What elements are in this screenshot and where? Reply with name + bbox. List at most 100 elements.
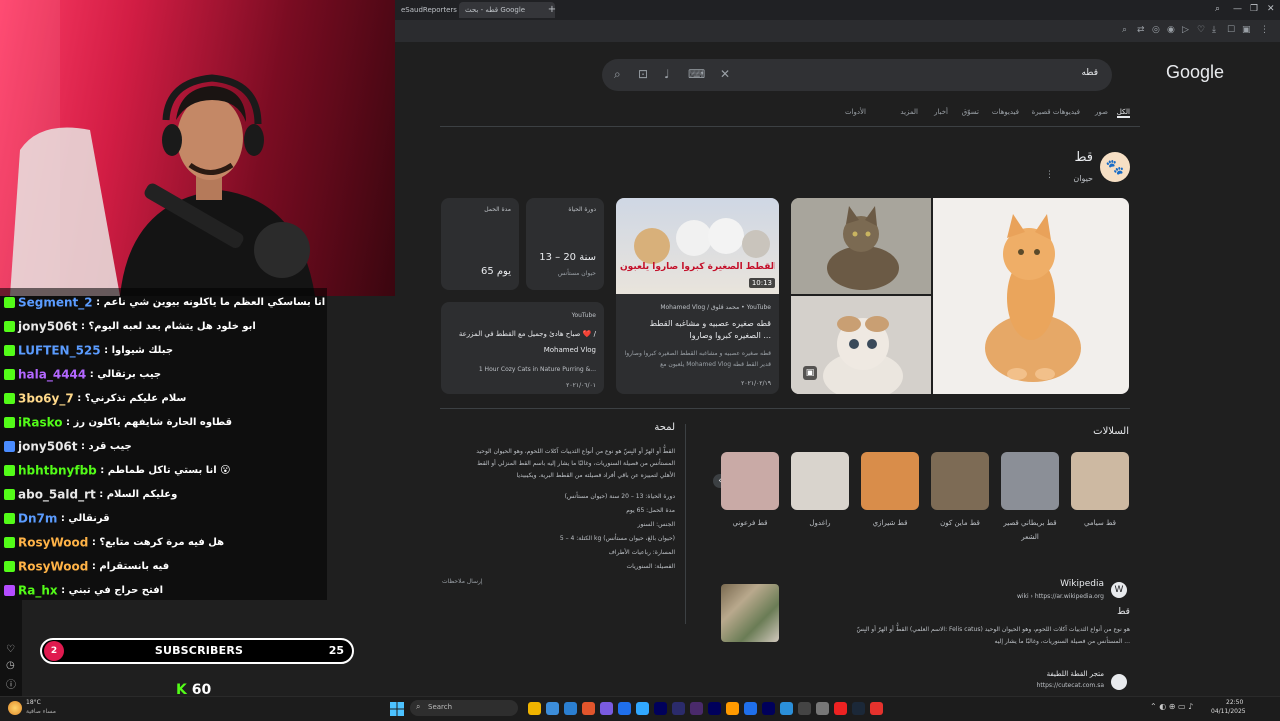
weather-desc[interactable]: مساء صافية bbox=[26, 708, 56, 715]
zoom-icon[interactable]: ⌕ bbox=[1122, 25, 1127, 35]
play-icon[interactable]: ▷ bbox=[1182, 25, 1189, 35]
breed-persian[interactable]: قط شيرازي bbox=[861, 452, 919, 530]
taskbar-app-icon[interactable] bbox=[726, 702, 739, 715]
breed-sphynx[interactable]: قط فرعوني bbox=[721, 452, 779, 530]
chat-username[interactable]: iRasko bbox=[18, 416, 63, 430]
keyboard-icon[interactable]: ⌨ bbox=[688, 67, 705, 81]
search-icon[interactable]: ⌕ bbox=[614, 67, 621, 82]
video-card[interactable]: القطط الصغيرة كبروا صاروا يلعبون 10:13 M… bbox=[616, 198, 779, 394]
wiki-url[interactable]: wiki › https://ar.wikipedia.org bbox=[1017, 593, 1104, 600]
search-box[interactable]: ⌕ ⊡ ♩ ⌨ ✕ قطه bbox=[602, 59, 1112, 91]
taskbar-search[interactable]: ⌕ Search bbox=[410, 700, 518, 716]
taskbar-app-icon[interactable] bbox=[528, 702, 541, 715]
extension-icon[interactable]: ◉ bbox=[1167, 25, 1175, 35]
heart-icon[interactable]: ♡ bbox=[6, 644, 15, 655]
taskbar-app-icon[interactable] bbox=[618, 702, 631, 715]
chat-username[interactable]: Ra_hx bbox=[18, 584, 58, 598]
wiki-title[interactable]: قط bbox=[1117, 607, 1130, 617]
breed-image[interactable] bbox=[791, 452, 849, 510]
tab-tools[interactable]: الأدوات bbox=[845, 108, 866, 116]
clear-icon[interactable]: ✕ bbox=[720, 67, 730, 81]
weather-temp[interactable]: 18°C bbox=[26, 699, 41, 706]
breed-image[interactable] bbox=[861, 452, 919, 510]
breed-image[interactable] bbox=[1071, 452, 1129, 510]
breed-british-shorthair[interactable]: قط بريطاني قصير الشعر bbox=[1001, 452, 1059, 544]
chat-username[interactable]: abo_5ald_rt bbox=[18, 488, 96, 502]
taskbar-app-icon[interactable] bbox=[690, 702, 703, 715]
taskbar-app-icon[interactable] bbox=[672, 702, 685, 715]
weather-icon[interactable] bbox=[8, 701, 22, 715]
clock-icon[interactable]: ◷ bbox=[6, 660, 15, 671]
minimize-icon[interactable]: — bbox=[1233, 4, 1242, 14]
new-tab-button[interactable]: + bbox=[547, 2, 557, 18]
taskbar-app-icon[interactable] bbox=[564, 702, 577, 715]
tab-short-videos[interactable]: فيديوهات قصيرة bbox=[1032, 108, 1080, 116]
taskbar-app-icon[interactable] bbox=[798, 702, 811, 715]
taskbar-app-icon[interactable] bbox=[636, 702, 649, 715]
info-icon[interactable]: ⓘ bbox=[6, 676, 16, 691]
tab-videos[interactable]: فيديوهات bbox=[992, 108, 1019, 116]
breed-ragdoll[interactable]: راغدول bbox=[791, 452, 849, 530]
bookmark-icon[interactable]: ☐ bbox=[1227, 25, 1235, 35]
windows-start-icon[interactable] bbox=[390, 701, 404, 716]
maximize-icon[interactable]: ❐ bbox=[1250, 4, 1258, 14]
info-card-gestation[interactable]: مدة الحمل 65 يوم bbox=[441, 198, 519, 290]
clock-time[interactable]: 22:50 bbox=[1226, 699, 1243, 706]
cat-image-large[interactable] bbox=[933, 198, 1129, 394]
browser-tab-active[interactable]: قطه - بحث Google bbox=[459, 2, 555, 18]
breed-siamese[interactable]: قط سيامي bbox=[1071, 452, 1129, 530]
youtube-title[interactable]: صباح هادئ وجميل مع القطط في المزرعة ❤️ /… bbox=[449, 326, 596, 358]
chat-username[interactable]: Segment_2 bbox=[18, 296, 93, 310]
tab-news[interactable]: أخبار bbox=[934, 108, 948, 116]
taskbar-app-icon[interactable] bbox=[762, 702, 775, 715]
heart-icon[interactable]: ♡ bbox=[1197, 25, 1205, 35]
breed-image[interactable] bbox=[931, 452, 989, 510]
taskbar-app-icon[interactable] bbox=[852, 702, 865, 715]
breed-image[interactable] bbox=[1001, 452, 1059, 510]
wiki-site[interactable]: Wikipedia bbox=[1060, 579, 1104, 589]
download-icon[interactable]: ⤓ bbox=[1212, 25, 1216, 35]
chat-username[interactable]: jony506t bbox=[18, 320, 78, 334]
cat-image-kitten[interactable]: ▣ bbox=[791, 296, 931, 394]
breed-maine-coon[interactable]: قط ماين كون bbox=[931, 452, 989, 530]
system-tray-icons[interactable]: ⌃ ◐ ⊕ ▭ ♪ bbox=[1150, 702, 1193, 711]
browser-tab[interactable]: eSaudReporters | تويتر bbox=[395, 2, 469, 18]
translate-icon[interactable]: ⇄ bbox=[1137, 25, 1145, 35]
close-window-icon[interactable]: ✕ bbox=[1267, 4, 1275, 14]
taskbar-app-icon[interactable] bbox=[870, 702, 883, 715]
taskbar-app-icon[interactable] bbox=[744, 702, 757, 715]
chat-username[interactable]: Dn7m bbox=[18, 512, 57, 526]
extension-icon[interactable]: ▣ bbox=[1242, 25, 1251, 35]
chat-username[interactable]: hbhtbnyfbb bbox=[18, 464, 97, 478]
store-url[interactable]: https://cutecat.com.sa bbox=[1037, 682, 1104, 689]
microphone-icon[interactable]: ♩ bbox=[664, 67, 670, 81]
info-card-lifespan[interactable]: دورة الحياة 13 – 20 سنة حيوان مستأنس bbox=[526, 198, 604, 290]
chat-username[interactable]: LUFTEN_525 bbox=[18, 344, 101, 358]
image-gallery-icon[interactable]: ▣ bbox=[803, 366, 817, 380]
chat-username[interactable]: RosyWood bbox=[18, 560, 88, 574]
chat-username[interactable]: 3bo6y_7 bbox=[18, 392, 74, 406]
more-options-icon[interactable]: ⋮ bbox=[1045, 170, 1054, 180]
taskbar-app-icon[interactable] bbox=[600, 702, 613, 715]
taskbar-app-icon[interactable] bbox=[546, 702, 559, 715]
search-tabs-icon[interactable]: ⌕ bbox=[1215, 4, 1220, 14]
tab-shopping[interactable]: تسوّق bbox=[962, 108, 979, 116]
tab-all[interactable]: الكل bbox=[1116, 108, 1130, 118]
taskbar-app-icon[interactable] bbox=[708, 702, 721, 715]
taskbar-app-icon[interactable] bbox=[816, 702, 829, 715]
clock-date[interactable]: 04/11/2025 bbox=[1211, 708, 1246, 715]
video-title[interactable]: قطه صغيره عصبيه و مشاغبه القطط الصغيره ك… bbox=[624, 318, 771, 342]
breed-image[interactable] bbox=[721, 452, 779, 510]
taskbar-app-icon[interactable] bbox=[780, 702, 793, 715]
video-thumbnail[interactable]: القطط الصغيرة كبروا صاروا يلعبون 10:13 bbox=[616, 198, 779, 294]
taskbar-app-icon[interactable] bbox=[834, 702, 847, 715]
search-input[interactable]: قطه bbox=[1081, 68, 1098, 78]
tab-more[interactable]: المزيد bbox=[900, 108, 918, 116]
feedback-link[interactable]: إرسال ملاحظات bbox=[442, 578, 483, 585]
cat-image-tabby[interactable] bbox=[791, 198, 931, 294]
google-logo[interactable]: Google bbox=[1166, 62, 1224, 83]
chat-username[interactable]: hala_4444 bbox=[18, 368, 86, 382]
taskbar-app-icon[interactable] bbox=[654, 702, 667, 715]
youtube-card[interactable]: YouTube صباح هادئ وجميل مع القطط في المز… bbox=[441, 302, 604, 394]
chat-username[interactable]: RosyWood bbox=[18, 536, 88, 550]
